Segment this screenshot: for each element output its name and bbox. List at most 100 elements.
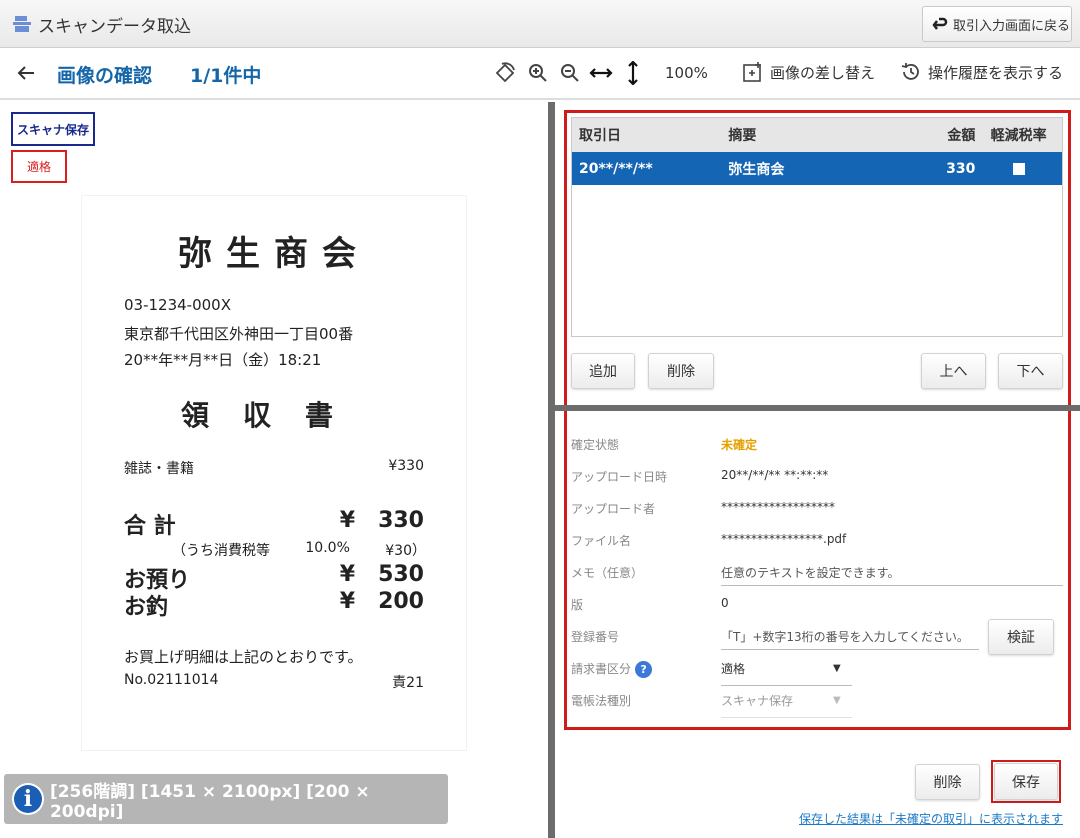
- receipt-total-label: 合 計: [124, 514, 176, 539]
- receipt-change: お釣 ¥ 200: [124, 589, 424, 621]
- info-icon[interactable]: i: [12, 783, 44, 815]
- memo-underline: [721, 585, 1063, 586]
- section-splitter[interactable]: [555, 405, 1080, 411]
- delete-row-button[interactable]: 削除: [648, 353, 714, 389]
- zoom-out-icon[interactable]: [558, 61, 582, 85]
- receipt-paid-yen: ¥: [339, 562, 356, 587]
- receipt-change-label: お釣: [124, 595, 169, 620]
- registration-number-label: 登録番号: [571, 630, 620, 644]
- image-info-text: [256階調] [1451 × 2100px] [200 × 200dpi]: [49, 781, 370, 822]
- row-reduced-tax: [975, 161, 1062, 177]
- toolbar: 画像の確認 1/1件中 100% 画像の差し替え 操作履歴を表示する: [0, 48, 1080, 100]
- receipt-number-row: No.02111014 責21: [124, 672, 424, 692]
- header-reduced-tax[interactable]: 軽減税率: [975, 125, 1062, 145]
- save-button[interactable]: 保存: [994, 763, 1058, 800]
- qualified-badge: 適格: [11, 150, 67, 183]
- receipt-change-yen: ¥: [339, 589, 356, 614]
- verify-button[interactable]: 検証: [988, 619, 1054, 655]
- receipt-paid-value: 530: [378, 562, 424, 587]
- zoom-level: 100%: [665, 64, 708, 82]
- grid-header: 取引日 摘要 金額 軽減税率: [572, 118, 1062, 152]
- replace-image-label: 画像の差し替え: [770, 63, 876, 82]
- delete-button[interactable]: 削除: [915, 764, 980, 800]
- scanner-icon: [13, 16, 31, 32]
- uploader-label: アップロード者: [571, 502, 656, 516]
- row-description: 弥生商会: [728, 161, 785, 178]
- ebook-type-select: スキャナ保存: [721, 694, 794, 708]
- receipt-phone: 03-1234-000X: [124, 296, 231, 314]
- receipt-number: No.02111014: [124, 672, 219, 688]
- help-icon[interactable]: ?: [635, 661, 653, 678]
- header-date[interactable]: 取引日: [572, 125, 721, 145]
- move-down-button[interactable]: 下へ: [998, 353, 1063, 389]
- fit-width-icon[interactable]: [589, 61, 613, 85]
- memo-field[interactable]: 任意のテキストを設定できます。: [721, 564, 899, 581]
- table-row[interactable]: 20**/**/** 弥生商会 330: [572, 152, 1062, 185]
- save-result-link[interactable]: 保存した結果は「未確定の取引」に表示されます: [799, 810, 1063, 827]
- ebook-underline: [721, 717, 852, 718]
- invoice-underline: [721, 685, 852, 686]
- receipt-store: 弥生商会: [178, 234, 370, 274]
- status-value: 未確定: [721, 438, 758, 452]
- transaction-grid: 取引日 摘要 金額 軽減税率 20**/**/** 弥生商会 330: [571, 117, 1063, 337]
- receipt-thanks: お買上げ明細は上記のとおりです。: [124, 648, 363, 666]
- receipt-tax: （うち消費税等 10.0% ¥30）: [172, 540, 426, 560]
- registration-underline: [721, 649, 979, 650]
- version-value: 0: [721, 596, 729, 610]
- receipt-tax-rate: 10.0%: [305, 540, 350, 556]
- receipt-title: 領収書: [180, 399, 367, 432]
- ebook-dropdown-icon: ▼: [833, 695, 841, 706]
- uploader-value: *******************: [721, 500, 835, 514]
- title-bar: スキャンデータ取込 取引入力画面に戻る: [0, 0, 1080, 48]
- image-add-icon: [743, 62, 761, 82]
- header-amount[interactable]: 金額: [921, 125, 975, 145]
- zoom-in-icon[interactable]: [526, 61, 550, 85]
- scanner-save-badge: スキャナ保存: [11, 112, 95, 146]
- move-up-button[interactable]: 上へ: [921, 353, 986, 389]
- status-label: 確定状態: [571, 438, 620, 452]
- return-arrow-icon: [932, 17, 948, 30]
- image-info-bar: i [256階調] [1451 × 2100px] [200 × 200dpi]: [4, 774, 448, 824]
- invoice-type-select[interactable]: 適格: [721, 660, 745, 677]
- receipt-item-name: 雑誌・書籍: [124, 461, 194, 477]
- row-date: 20**/**/**: [579, 160, 653, 177]
- receipt-change-value: 200: [378, 589, 424, 614]
- version-label: 版: [571, 598, 584, 612]
- receipt-tax-label: （うち消費税等: [172, 543, 270, 559]
- add-row-button[interactable]: 追加: [571, 353, 635, 389]
- fit-height-icon[interactable]: [621, 61, 645, 85]
- arrow-left-icon[interactable]: [14, 61, 38, 85]
- receipt-item: 雑誌・書籍 ¥330: [124, 458, 424, 478]
- row-amount: 330: [946, 160, 976, 177]
- invoice-type-label-text: 請求書区分: [571, 662, 632, 676]
- receipt-total-yen: ¥: [339, 508, 356, 533]
- show-history-button[interactable]: 操作履歴を表示する: [900, 61, 1063, 83]
- receipt-total-value: 330: [378, 508, 424, 533]
- upload-date-value: 20**/**/** **:**:**: [721, 468, 829, 482]
- registration-number-field[interactable]: 「T」+数字13桁の番号を入力してください。: [721, 628, 969, 645]
- ebook-type-label: 電帳法種別: [571, 694, 632, 708]
- rotate-icon[interactable]: [493, 61, 517, 85]
- receipt-address: 東京都千代田区外神田一丁目00番: [124, 325, 354, 343]
- detail-pane: 取引日 摘要 金額 軽減税率 20**/**/** 弥生商会 330 追加 削除…: [555, 102, 1080, 838]
- upload-date-label: アップロード日時: [571, 470, 668, 484]
- pane-splitter[interactable]: [548, 102, 555, 838]
- receipt-datetime: 20**年**月**日（金）18:21: [124, 351, 322, 369]
- file-name-label: ファイル名: [571, 534, 632, 548]
- receipt-total: 合 計 ¥ 330: [124, 508, 424, 540]
- back-to-entry-button[interactable]: 取引入力画面に戻る: [922, 6, 1072, 42]
- receipt-tax-value: ¥30）: [385, 543, 426, 559]
- receipt-item-price: ¥330: [388, 458, 424, 474]
- invoice-type-label: 請求書区分?: [571, 660, 653, 678]
- header-description[interactable]: 摘要: [721, 125, 920, 145]
- replace-image-button[interactable]: 画像の差し替え: [742, 61, 875, 83]
- file-name-value: *****************.pdf: [721, 532, 847, 546]
- reduced-tax-checkbox[interactable]: [1012, 162, 1025, 175]
- page-title: 画像の確認: [57, 65, 153, 87]
- show-history-label: 操作履歴を表示する: [928, 63, 1064, 82]
- image-viewer: スキャナ保存 適格 弥生商会 03-1234-000X 東京都千代田区外神田一丁…: [0, 102, 548, 838]
- receipt-image: 弥生商会 03-1234-000X 東京都千代田区外神田一丁目00番 20**年…: [82, 196, 466, 750]
- app-title: スキャンデータ取込: [38, 17, 191, 37]
- invoice-dropdown-icon[interactable]: ▼: [833, 663, 841, 674]
- receipt-staff: 責21: [392, 675, 424, 691]
